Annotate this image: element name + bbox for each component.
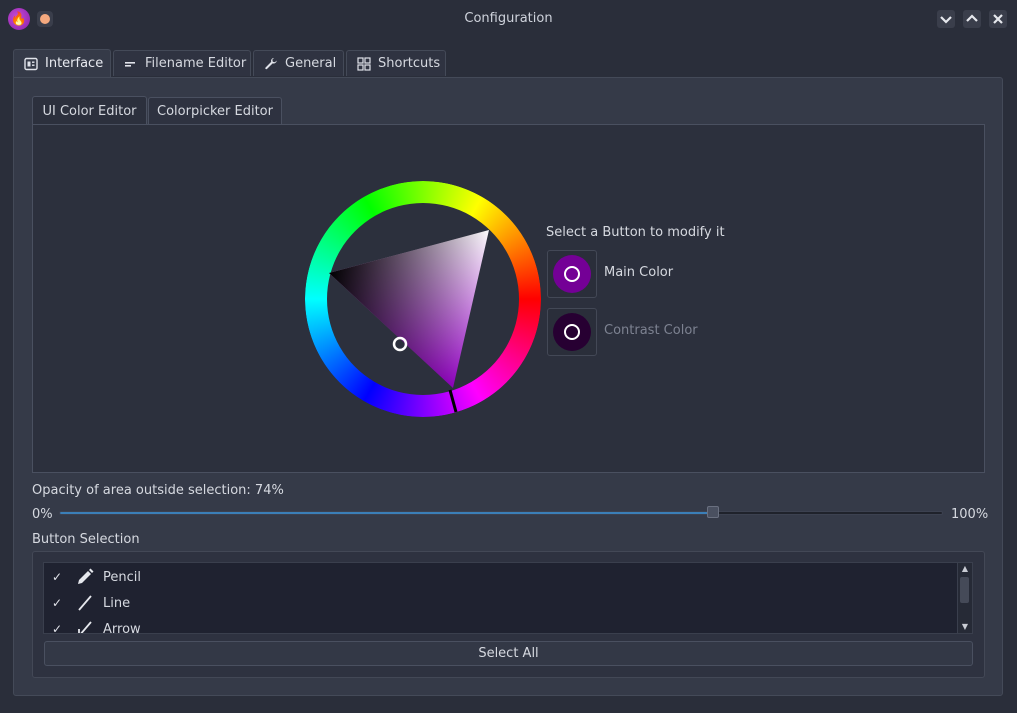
interface-icon	[24, 57, 38, 71]
opacity-slider[interactable]	[59, 506, 943, 518]
chevron-down-icon	[940, 16, 952, 24]
select-button-prompt: Select a Button to modify it	[546, 225, 725, 240]
color-wheel[interactable]	[305, 181, 541, 417]
tab-shortcuts[interactable]: Shortcuts	[346, 50, 446, 76]
checkmark-icon[interactable]: ✓	[50, 570, 64, 584]
line-icon	[74, 593, 96, 613]
select-all-button[interactable]: Select All	[44, 641, 973, 666]
list-item-line[interactable]: ✓ Line	[44, 590, 956, 616]
close-button[interactable]	[989, 10, 1007, 28]
color-picker-handle[interactable]	[392, 336, 408, 352]
opacity-min-label: 0%	[32, 507, 53, 522]
contrast-color-swatch	[553, 313, 591, 351]
window-title: Configuration	[464, 11, 553, 26]
tab-label: General	[285, 56, 337, 71]
chevron-up-icon	[966, 14, 978, 22]
wrench-icon	[264, 57, 278, 71]
pencil-icon	[74, 567, 96, 587]
list-item-label: Pencil	[103, 569, 141, 585]
list-item-label: Arrow	[103, 621, 141, 634]
main-color-label: Main Color	[604, 265, 674, 280]
list-item-arrow[interactable]: ✓ Arrow	[44, 616, 956, 634]
circle-icon	[564, 324, 580, 340]
tab-filename-editor[interactable]: Filename Editor	[113, 50, 251, 76]
tab-label: Interface	[45, 56, 104, 71]
opacity-label: Opacity of area outside selection: 74%	[32, 483, 284, 498]
minimize-button[interactable]	[937, 10, 955, 28]
tab-label: UI Color Editor	[42, 103, 137, 119]
title-bar: 🔥 Configuration	[0, 0, 1017, 38]
tab-colorpicker-editor[interactable]: Colorpicker Editor	[148, 97, 282, 124]
opacity-slider-handle[interactable]	[706, 506, 719, 518]
list-item-pencil[interactable]: ✓ Pencil	[44, 564, 956, 590]
scroll-thumb[interactable]	[960, 577, 969, 603]
main-color-swatch	[553, 255, 591, 293]
filename-icon	[124, 57, 138, 71]
scroll-up-icon[interactable]: ▲	[958, 563, 972, 575]
tab-interface[interactable]: Interface	[13, 49, 111, 77]
button-selection-label: Button Selection	[32, 532, 140, 547]
contrast-color-label: Contrast Color	[604, 323, 698, 338]
shortcuts-grid-icon	[357, 56, 371, 71]
checkmark-icon[interactable]: ✓	[50, 622, 64, 633]
opacity-slider-fill	[60, 512, 713, 514]
circle-icon	[564, 266, 580, 282]
tab-general[interactable]: General	[253, 50, 344, 76]
list-item-label: Line	[103, 595, 131, 611]
tab-label: Filename Editor	[145, 56, 247, 71]
contrast-color-button[interactable]	[547, 308, 597, 356]
maximize-button[interactable]	[963, 10, 981, 28]
arrow-icon	[74, 619, 96, 633]
list-scrollbar[interactable]: ▲ ▼	[957, 563, 972, 633]
close-icon	[993, 14, 1003, 24]
checkmark-icon[interactable]: ✓	[50, 596, 64, 610]
button-selection-list[interactable]: ✓ Pencil ✓ Line ✓ Arrow ▲ ▼	[43, 562, 973, 634]
tab-label: Shortcuts	[378, 56, 441, 71]
tab-label: Colorpicker Editor	[157, 103, 273, 119]
scroll-down-icon[interactable]: ▼	[958, 621, 972, 633]
tab-ui-color-editor[interactable]: UI Color Editor	[32, 96, 147, 125]
opacity-max-label: 100%	[951, 507, 989, 522]
main-color-button[interactable]	[547, 250, 597, 298]
